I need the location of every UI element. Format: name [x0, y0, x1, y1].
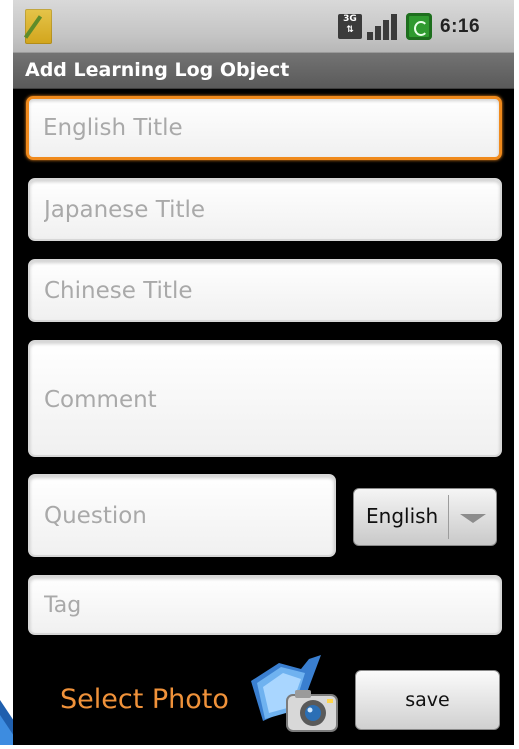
- japanese-title-input[interactable]: [28, 178, 502, 241]
- question-language-value: English: [366, 504, 439, 528]
- question-language-spinner[interactable]: English: [353, 488, 497, 546]
- spinner-divider: [448, 495, 449, 539]
- save-button[interactable]: save: [355, 670, 500, 730]
- select-photo-link[interactable]: Select Photo: [60, 684, 229, 715]
- chevron-down-icon: [460, 514, 486, 523]
- battery-charging-icon: [406, 13, 432, 40]
- english-title-input[interactable]: [26, 96, 502, 160]
- page-title: Add Learning Log Object: [25, 59, 290, 81]
- signal-icon: [367, 14, 397, 40]
- status-bar: 3G ⇅ 6:16: [13, 0, 514, 52]
- question-input[interactable]: [28, 474, 336, 557]
- clock: 6:16: [440, 16, 481, 37]
- tag-input[interactable]: [28, 575, 502, 635]
- phone-screen: 3G ⇅ 6:16 Add Learning Log Object Englis…: [13, 0, 514, 745]
- chinese-title-input[interactable]: [28, 259, 502, 322]
- comment-input[interactable]: [28, 340, 502, 457]
- 3g-icon: 3G ⇅: [338, 14, 362, 39]
- app-pencil-icon: [25, 9, 52, 44]
- folder-camera-icon[interactable]: [243, 651, 343, 739]
- title-bar: Add Learning Log Object: [13, 52, 514, 89]
